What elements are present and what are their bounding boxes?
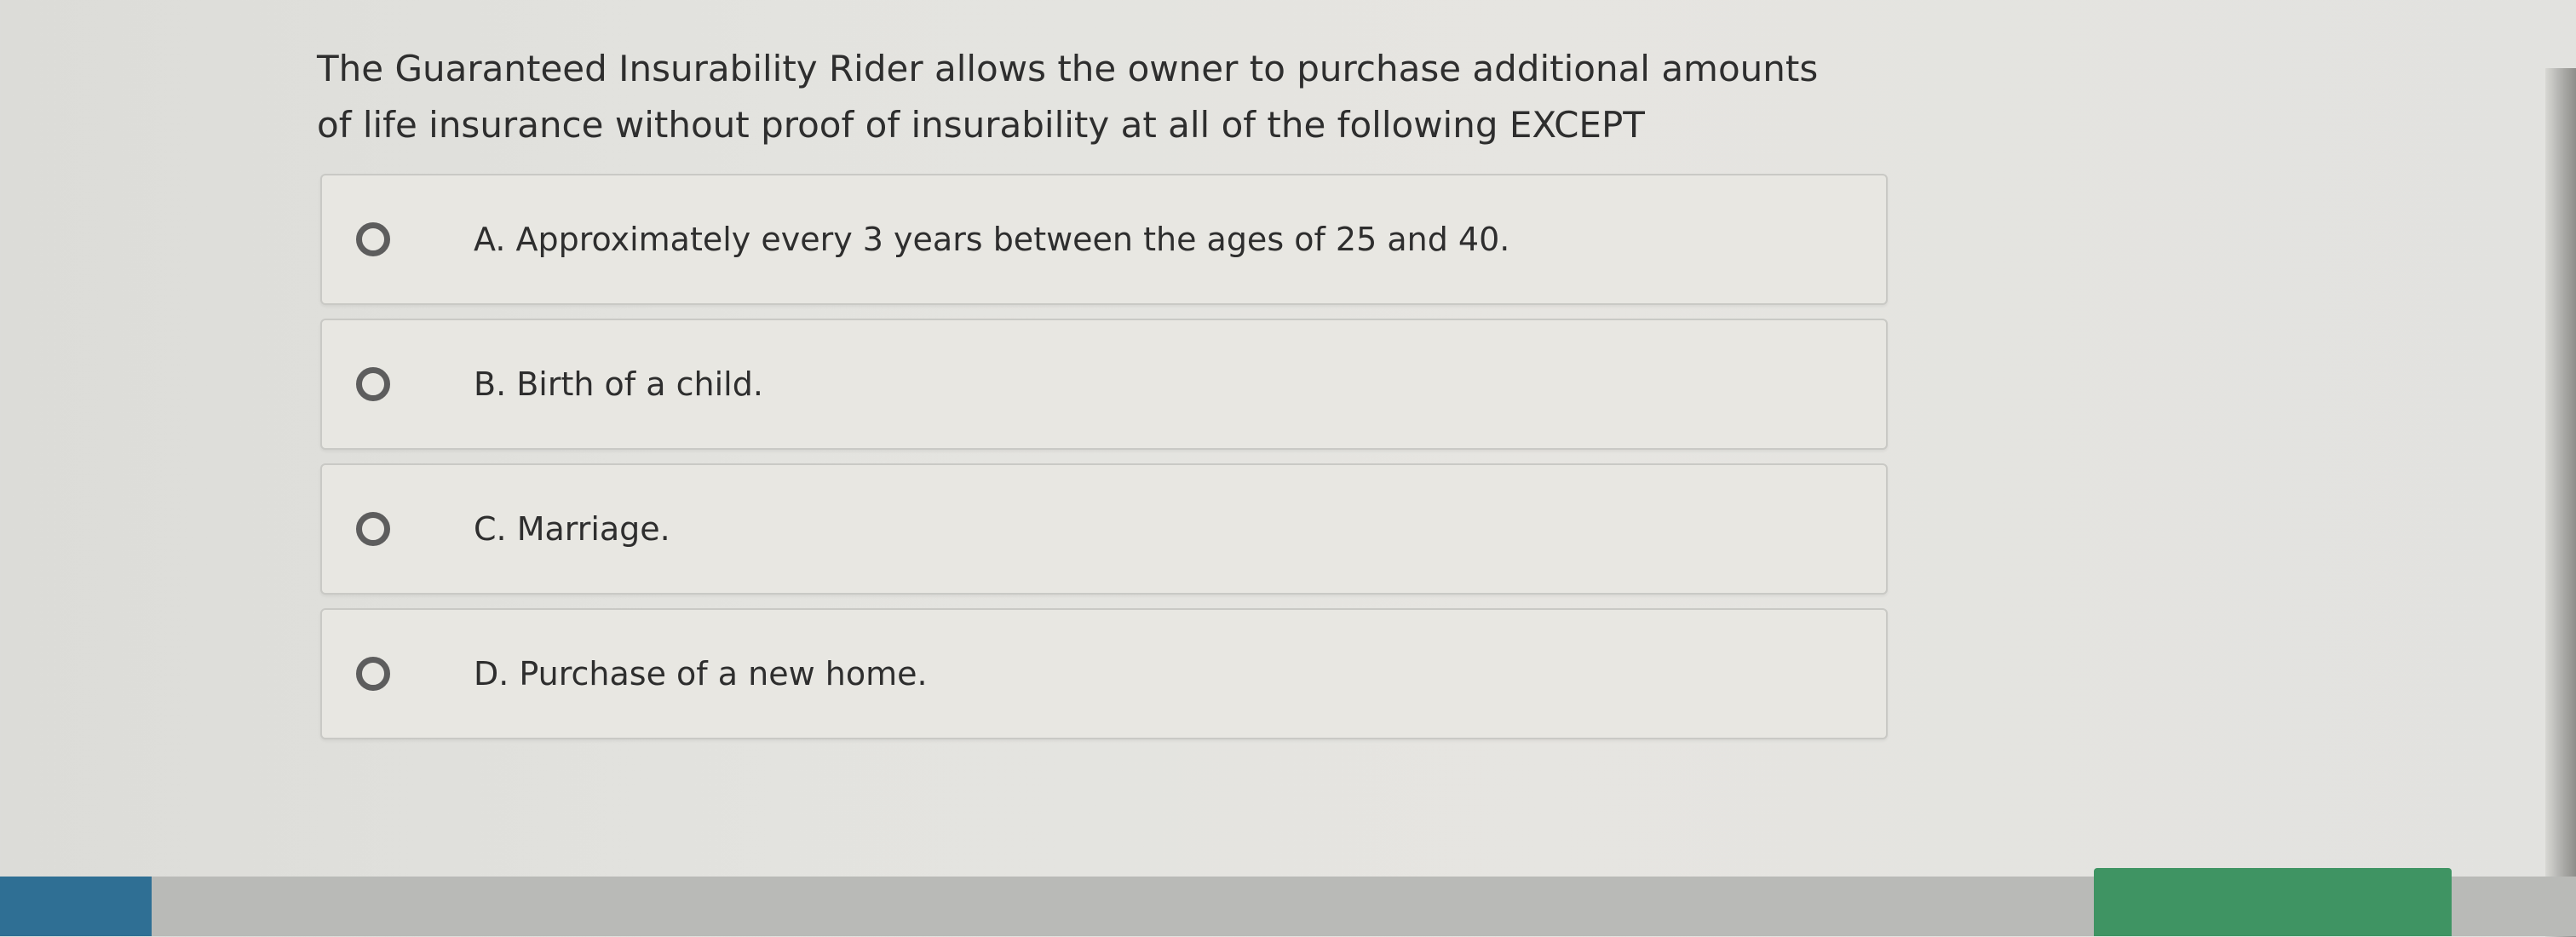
option-d-label: D. Purchase of a new home.	[474, 655, 928, 693]
answer-options: A. Approximately every 3 years between t…	[320, 174, 1888, 753]
question-text: The Guaranteed Insurability Rider allows…	[317, 41, 1867, 153]
radio-button-icon[interactable]	[356, 512, 390, 546]
bottom-left-button[interactable]	[0, 877, 152, 936]
scrollbar[interactable]	[2545, 68, 2576, 937]
question-line-2: of life insurance without proof of insur…	[317, 104, 1645, 146]
option-a[interactable]: A. Approximately every 3 years between t…	[320, 174, 1888, 305]
option-c-label: C. Marriage.	[474, 510, 670, 548]
option-a-label: A. Approximately every 3 years between t…	[474, 221, 1510, 258]
bottom-right-button[interactable]	[2094, 868, 2452, 936]
option-d[interactable]: D. Purchase of a new home.	[320, 608, 1888, 739]
radio-button-icon[interactable]	[356, 222, 390, 256]
question-line-1: The Guaranteed Insurability Rider allows…	[317, 48, 1819, 89]
radio-button-icon[interactable]	[356, 657, 390, 691]
option-b-label: B. Birth of a child.	[474, 365, 763, 403]
option-c[interactable]: C. Marriage.	[320, 463, 1888, 595]
option-b[interactable]: B. Birth of a child.	[320, 319, 1888, 450]
radio-button-icon[interactable]	[356, 367, 390, 401]
